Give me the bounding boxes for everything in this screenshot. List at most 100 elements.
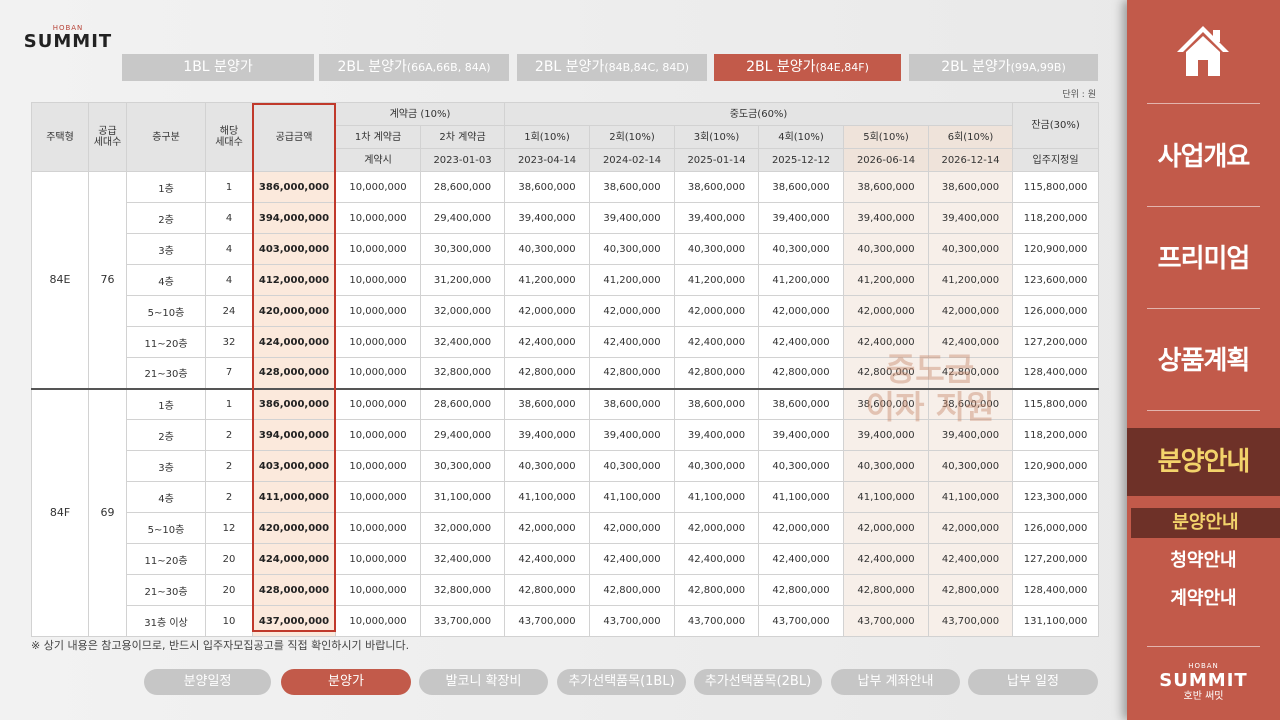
cell-floor: 1층: [126, 171, 206, 203]
cell-contract-1: 10,000,000: [335, 419, 421, 451]
cell-middle-2: 42,000,000: [589, 512, 675, 544]
cell-balance: 128,400,000: [1012, 357, 1100, 389]
cell-contract-2: 29,400,000: [420, 419, 505, 451]
cell-balance: 127,200,000: [1012, 326, 1100, 358]
cell-middle-5: 39,400,000: [843, 202, 929, 234]
header-middle-date-5: 2026-06-14: [843, 148, 929, 172]
cell-middle-4: 42,400,000: [758, 543, 844, 575]
cell-floor: 4층: [126, 481, 206, 513]
cell-contract-2: 30,300,000: [420, 450, 505, 482]
side-menu-overview[interactable]: 사업개요: [1127, 136, 1280, 173]
side-brand-logo: HOBAN SUMMIT 호반 써밋: [1127, 662, 1280, 703]
cell-units: 2: [205, 481, 253, 513]
cell-units: 20: [205, 574, 253, 606]
cell-floor: 21~30층: [126, 574, 206, 606]
table-row: 3층 2 403,000,000 10,000,000 30,300,000 40,300…: [32, 450, 1100, 482]
header-supply-units: 공급 세대수: [88, 102, 127, 172]
cell-balance: 115,800,000: [1012, 387, 1100, 420]
cell-middle-3: 39,400,000: [674, 202, 759, 234]
cell-middle-5: 42,400,000: [843, 543, 929, 575]
cell-middle-2: 42,400,000: [589, 326, 675, 358]
cell-supply-amount: 394,000,000: [252, 419, 336, 451]
side-menu-sale-info[interactable]: 분양안내: [1127, 428, 1280, 496]
table-row: 2층 4 394,000,000 10,000,000 29,400,000 39,400…: [32, 202, 1100, 234]
cell-contract-1: 10,000,000: [335, 605, 421, 637]
block-tab-2bl-66[interactable]: 2BL 분양가(66A,66B, 84A): [319, 54, 509, 81]
cell-contract-2: 32,800,000: [420, 574, 505, 606]
cell-middle-3: 39,400,000: [674, 419, 759, 451]
block-tab-sub: (84E,84F): [815, 61, 869, 74]
cell-contract-2: 32,400,000: [420, 543, 505, 575]
cell-middle-1: 38,600,000: [504, 171, 590, 203]
cell-middle-4: 40,300,000: [758, 450, 844, 482]
cell-balance: 123,600,000: [1012, 264, 1100, 296]
table-row: 5~10층 24 420,000,000 10,000,000 32,000,000 42…: [32, 295, 1100, 327]
side-sub-sale-info[interactable]: 분양안내: [1131, 508, 1280, 538]
cell-middle-1: 42,800,000: [504, 357, 590, 389]
cell-contract-1: 10,000,000: [335, 202, 421, 234]
cell-supply-amount: 394,000,000: [252, 202, 336, 234]
cell-middle-1: 40,300,000: [504, 450, 590, 482]
side-logo-kor: 호반 써밋: [1183, 691, 1224, 702]
home-icon[interactable]: [1175, 22, 1231, 80]
cell-contract-1: 10,000,000: [335, 326, 421, 358]
cell-units: 32: [205, 326, 253, 358]
side-menu-premium[interactable]: 프리미엄: [1127, 238, 1280, 275]
side-nav: 사업개요 프리미엄 상품계획 분양안내 분양안내 청약안내 계약안내 HOBAN…: [1127, 0, 1280, 720]
tab-options-2bl[interactable]: 추가선택품목(2BL): [694, 669, 822, 695]
block-tab-1bl[interactable]: 1BL 분양가: [122, 54, 314, 81]
brand-logo: HOBAN SUMMIT: [22, 24, 114, 52]
cell-middle-1: 43,700,000: [504, 605, 590, 637]
table-row: 3층 4 403,000,000 10,000,000 30,300,000 40,300…: [32, 233, 1100, 265]
cell-contract-2: 31,200,000: [420, 264, 505, 296]
cell-middle-6: 40,300,000: [927, 450, 1014, 482]
cell-middle-6: 42,400,000: [927, 543, 1014, 575]
cell-middle-6: 41,200,000: [927, 264, 1014, 296]
cell-middle-1: 41,100,000: [504, 481, 590, 513]
cell-middle-4: 39,400,000: [758, 202, 844, 234]
cell-middle-2: 38,600,000: [589, 171, 675, 203]
cell-middle-1: 39,400,000: [504, 419, 590, 451]
cell-supply-amount: 420,000,000: [252, 295, 336, 327]
cell-middle-6: 42,000,000: [927, 512, 1014, 544]
block-tab-2bl-84b[interactable]: 2BL 분양가(84B,84C, 84D): [517, 54, 707, 81]
cell-middle-1: 41,200,000: [504, 264, 590, 296]
cell-supply-amount: 403,000,000: [252, 450, 336, 482]
header-contract-group: 계약금 (10%): [335, 102, 505, 126]
cell-supply-amount: 428,000,000: [252, 357, 336, 389]
header-contract-date-2: 2023-01-03: [420, 148, 505, 172]
cell-middle-4: 41,200,000: [758, 264, 844, 296]
cell-middle-3: 42,800,000: [674, 574, 759, 606]
header-middle-4: 4회(10%): [758, 125, 844, 149]
tab-payment-schedule[interactable]: 납부 일정: [968, 669, 1098, 695]
side-sub-subscription[interactable]: 청약안내: [1127, 546, 1280, 576]
tab-sale-price[interactable]: 분양가: [281, 669, 411, 695]
cell-middle-1: 42,000,000: [504, 512, 590, 544]
block-tab-2bl-84e[interactable]: 2BL 분양가(84E,84F): [714, 54, 901, 81]
tab-payment-account[interactable]: 납부 계좌안내: [831, 669, 960, 695]
tab-balcony-expansion[interactable]: 발코니 확장비: [419, 669, 548, 695]
block-tab-label: 2BL 분양가: [746, 59, 816, 75]
cell-middle-3: 43,700,000: [674, 605, 759, 637]
cell-units: 7: [205, 357, 253, 389]
side-sub-contract[interactable]: 계약안내: [1127, 584, 1280, 614]
cell-middle-4: 43,700,000: [758, 605, 844, 637]
cell-balance: 115,800,000: [1012, 171, 1100, 203]
block-tab-2bl-99[interactable]: 2BL 분양가(99A,99B): [909, 54, 1098, 81]
cell-middle-3: 38,600,000: [674, 171, 759, 203]
cell-middle-3: 42,400,000: [674, 326, 759, 358]
cell-middle-1: 42,400,000: [504, 326, 590, 358]
block-tab-sub: (99A,99B): [1010, 61, 1066, 74]
cell-units: 4: [205, 233, 253, 265]
cell-middle-5: 41,200,000: [843, 264, 929, 296]
tab-options-1bl[interactable]: 추가선택품목(1BL): [557, 669, 686, 695]
header-middle-date-1: 2023-04-14: [504, 148, 590, 172]
cell-middle-1: 42,000,000: [504, 295, 590, 327]
cell-middle-5: 39,400,000: [843, 419, 929, 451]
side-menu-product[interactable]: 상품계획: [1127, 340, 1280, 377]
cell-middle-4: 39,400,000: [758, 419, 844, 451]
cell-contract-1: 10,000,000: [335, 264, 421, 296]
table-row: 5~10층 12 420,000,000 10,000,000 32,000,000 42…: [32, 512, 1100, 544]
table-row: 11~20층 20 424,000,000 10,000,000 32,400,000 4…: [32, 543, 1100, 575]
tab-sale-schedule[interactable]: 분양일정: [144, 669, 271, 695]
